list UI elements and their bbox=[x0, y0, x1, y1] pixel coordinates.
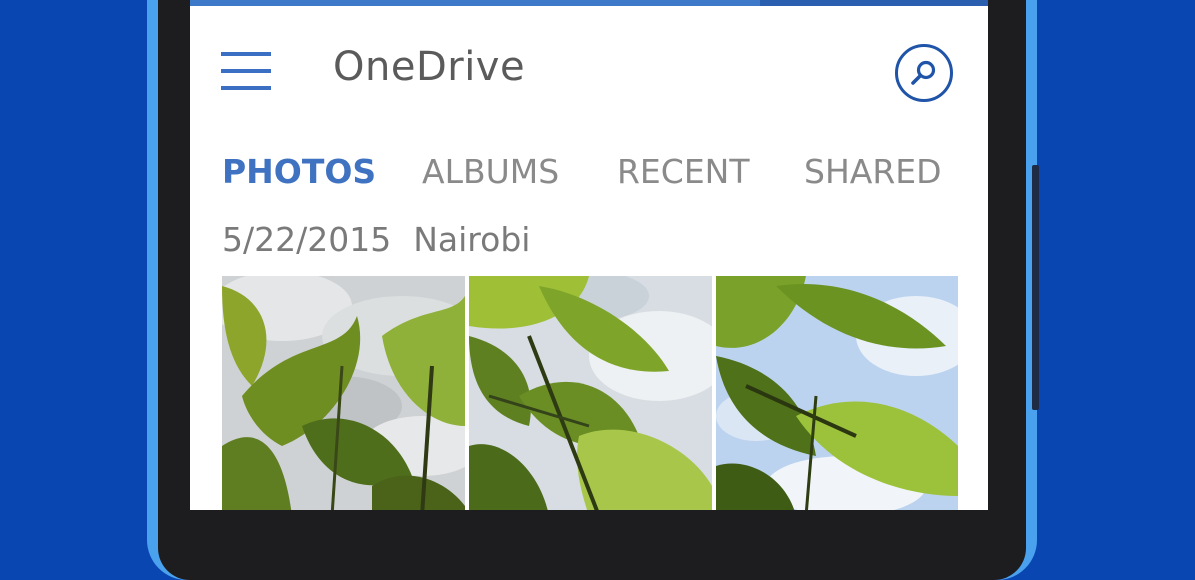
photo-grid bbox=[222, 276, 958, 510]
photo-thumbnail[interactable] bbox=[469, 276, 712, 510]
app-screen: OneDrive PHOTOS ALBUMS RECENT SHARED 5/2… bbox=[190, 0, 988, 510]
group-location: Nairobi bbox=[413, 220, 531, 259]
tab-photos[interactable]: PHOTOS bbox=[222, 152, 376, 191]
tab-albums[interactable]: ALBUMS bbox=[422, 152, 559, 191]
group-date: 5/22/2015 bbox=[222, 220, 392, 259]
photo-thumbnail[interactable] bbox=[222, 276, 465, 510]
tab-recent[interactable]: RECENT bbox=[617, 152, 750, 191]
phone-side-button bbox=[1032, 165, 1039, 410]
photo-thumbnail[interactable] bbox=[716, 276, 958, 510]
app-title: OneDrive bbox=[333, 44, 526, 90]
hamburger-menu-icon[interactable] bbox=[221, 52, 271, 96]
photo-group-header: 5/22/2015 Nairobi bbox=[222, 220, 530, 259]
search-icon bbox=[911, 60, 936, 85]
tab-shared[interactable]: SHARED bbox=[804, 152, 942, 191]
app-header: OneDrive bbox=[190, 6, 988, 126]
search-button[interactable] bbox=[895, 44, 953, 102]
